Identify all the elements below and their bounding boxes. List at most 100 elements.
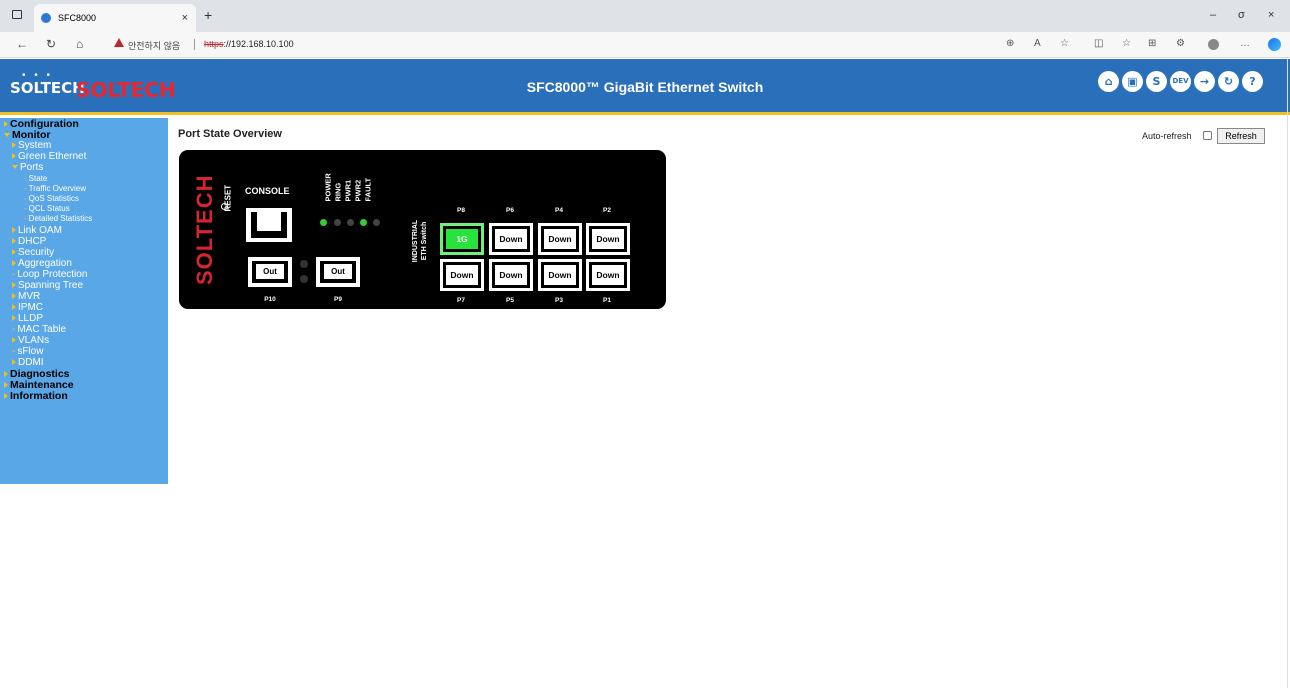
port-state: Down <box>592 229 624 249</box>
port-state: Down <box>495 265 527 285</box>
sidebar-item-label: Security <box>18 247 55 258</box>
collections-icon[interactable]: ⊞ <box>1148 38 1156 49</box>
rj45-port-p5[interactable]: Down <box>489 259 533 291</box>
port-label: P4 <box>555 207 563 214</box>
sidebar-item-qcl-status[interactable]: - QCL Status <box>0 204 168 213</box>
led-label-ring: RING <box>333 182 343 202</box>
chevron-right-icon <box>4 393 8 400</box>
insecure-label[interactable]: 안전하지 않음 <box>128 39 180 52</box>
reset-button[interactable] <box>221 203 228 210</box>
help-icon[interactable]: ? <box>1242 71 1263 92</box>
sidebar-item-mvr[interactable]: MVR <box>0 291 168 302</box>
profile-avatar[interactable] <box>1208 39 1219 50</box>
zoom-icon[interactable]: ⊕ <box>1006 38 1014 49</box>
refresh-button[interactable]: Refresh <box>1217 128 1265 144</box>
dev-icon[interactable]: DEV <box>1170 71 1191 92</box>
minimize-button[interactable]: – <box>1210 9 1216 21</box>
port-label: P9 <box>334 296 342 303</box>
industrial-line: ETH Switch <box>421 221 428 261</box>
port-state: Down <box>592 265 624 285</box>
port-state: 1G <box>446 229 478 249</box>
sidebar-item-green-ethernet[interactable]: Green Ethernet <box>0 151 168 162</box>
split-screen-icon[interactable]: ◫ <box>1094 38 1103 49</box>
extensions-icon[interactable]: ⚙ <box>1176 38 1185 49</box>
dash-icon: - <box>24 194 27 203</box>
sidebar-item-label: sFlow <box>17 346 44 357</box>
home-browser-icon[interactable]: ⌂ <box>76 37 83 51</box>
page-header-title: SFC8000™ GigaBit Ethernet Switch <box>526 79 764 95</box>
restore-button[interactable]: σ <box>1238 9 1245 21</box>
sidebar-item-system[interactable]: System <box>0 140 168 151</box>
browser-tab[interactable]: SFC8000 × <box>34 4 196 32</box>
logout-icon[interactable]: → <box>1194 71 1215 92</box>
sfp-port-p9[interactable]: Out <box>316 257 360 287</box>
sidebar-item-traffic-overview[interactable]: - Traffic Overview <box>0 184 168 193</box>
rj45-port-p4[interactable]: Down <box>538 223 582 255</box>
sidebar-item-security[interactable]: Security <box>0 247 168 258</box>
back-icon[interactable]: ← <box>16 37 28 51</box>
auto-refresh-checkbox[interactable] <box>1203 131 1212 140</box>
ring-icon[interactable]: S <box>1146 71 1167 92</box>
rj45-port-p6[interactable]: Down <box>489 223 533 255</box>
close-window-button[interactable]: × <box>1268 9 1274 21</box>
port-label: P10 <box>264 296 276 303</box>
dash-icon: - <box>24 184 27 193</box>
new-tab-button[interactable]: + <box>204 7 212 23</box>
sidebar-item-mac-table[interactable]: - MAC Table <box>0 324 168 335</box>
port-state: Down <box>544 229 576 249</box>
sidebar-item-link-oam[interactable]: Link OAM <box>0 225 168 236</box>
sidebar-item-aggregation[interactable]: Aggregation <box>0 258 168 269</box>
rj45-port-p8[interactable]: 1G <box>440 223 484 255</box>
sidebar-item-qos-statistics[interactable]: - QoS Statistics <box>0 194 168 203</box>
warning-icon <box>114 38 124 47</box>
auto-refresh-label: Auto-refresh <box>1142 131 1192 141</box>
save-icon[interactable]: ▣ <box>1122 71 1143 92</box>
sidebar-item-state[interactable]: - State <box>0 174 168 183</box>
led-pwr1 <box>347 219 354 226</box>
tab-favicon-icon <box>41 13 51 23</box>
rj45-port-p1[interactable]: Down <box>586 259 630 291</box>
chevron-right-icon <box>4 382 8 389</box>
sidebar-item-label: MVR <box>18 291 41 302</box>
port-state: Down <box>544 265 576 285</box>
refresh-icon[interactable]: ↻ <box>1218 71 1239 92</box>
reload-icon[interactable]: ↻ <box>46 37 56 51</box>
dash-icon: - <box>24 174 27 183</box>
more-icon[interactable]: … <box>1240 38 1250 49</box>
sidebar-item-label: MAC Table <box>17 324 67 335</box>
sidebar-item-label: Aggregation <box>18 258 72 269</box>
copilot-icon[interactable] <box>1268 38 1281 51</box>
sidebar-item-dhcp[interactable]: DHCP <box>0 236 168 247</box>
url-field[interactable]: https://192.168.10.100 <box>204 39 294 49</box>
sidebar-item-loop-protection[interactable]: - Loop Protection <box>0 269 168 280</box>
sidebar-item-label: DHCP <box>18 236 47 247</box>
tab-close-icon[interactable]: × <box>182 4 188 32</box>
chevron-right-icon <box>12 304 16 311</box>
chevron-right-icon <box>4 121 8 128</box>
favorite-star-icon[interactable]: ☆ <box>1060 38 1069 49</box>
rj45-port-p2[interactable]: Down <box>586 223 630 255</box>
sidebar-item-ipmc[interactable]: IPMC <box>0 302 168 313</box>
rj45-port-p7[interactable]: Down <box>440 259 484 291</box>
sfp-port-p10[interactable]: Out <box>248 257 292 287</box>
dash-icon: - <box>12 324 16 335</box>
sidebar-item-information[interactable]: Information <box>0 390 168 402</box>
sidebar-item-detailed-statistics[interactable]: - Detailed Statistics <box>0 214 168 223</box>
sidebar-item-vlans[interactable]: VLANs <box>0 335 168 346</box>
favorites-icon[interactable]: ☆ <box>1122 38 1131 49</box>
sidebar-item-sflow[interactable]: - sFlow <box>0 346 168 357</box>
sidebar-item-lldp[interactable]: LLDP <box>0 313 168 324</box>
home-icon[interactable]: ⌂ <box>1098 71 1119 92</box>
rj45-port-p3[interactable]: Down <box>538 259 582 291</box>
sidebar-item-ports[interactable]: Ports <box>0 162 168 173</box>
led-label-pwr1: PWR1 <box>343 179 353 202</box>
read-aloud-icon[interactable]: A <box>1034 38 1041 49</box>
chevron-right-icon <box>12 142 16 149</box>
window-menu-icon[interactable] <box>12 10 22 19</box>
sidebar-item-label: Green Ethernet <box>18 151 87 162</box>
sidebar-item-ddmi[interactable]: DDMI <box>0 357 168 368</box>
sfp-port-state: Out <box>256 264 284 279</box>
sidebar-item-spanning-tree[interactable]: Spanning Tree <box>0 280 168 291</box>
switch-panel: SOLTECH RESET CONSOLE POWER RING PWR1 PW… <box>179 150 666 309</box>
led-label-pwr2: PWR2 <box>353 179 363 202</box>
